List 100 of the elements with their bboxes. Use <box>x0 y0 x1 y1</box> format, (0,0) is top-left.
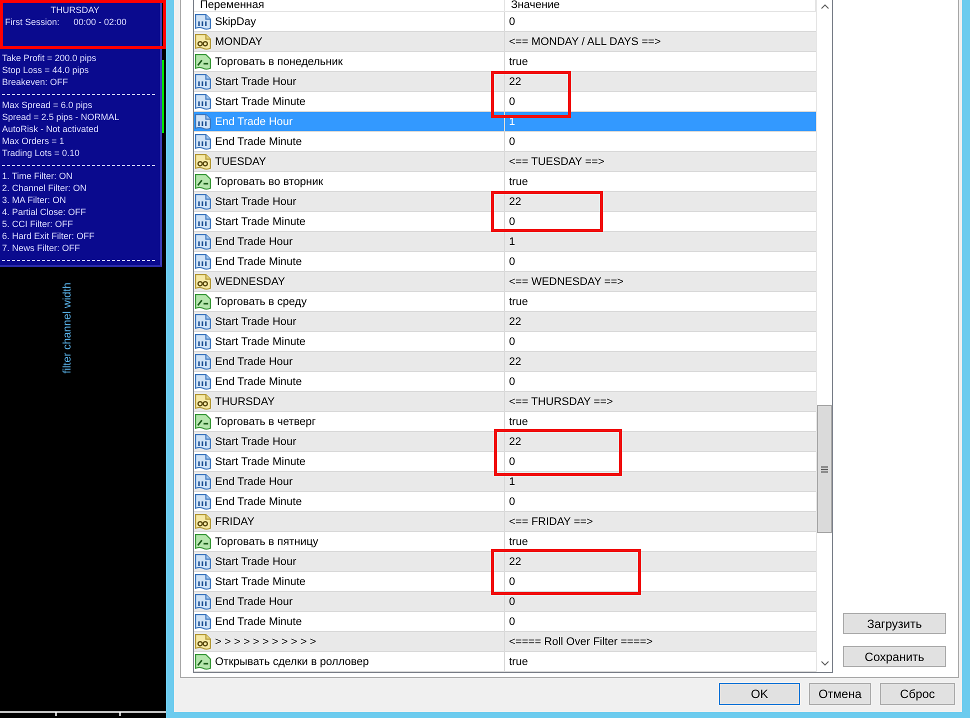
info-line: Spread = 2.5 pips - NORMAL <box>2 111 120 123</box>
parameter-row[interactable]: WEDNESDAY <== WEDNESDAY ==> <box>194 272 816 292</box>
parameter-value: 22 <box>509 316 522 328</box>
parameter-row[interactable]: End Trade Minute 0 <box>194 612 816 632</box>
parameter-value: 0 <box>509 96 516 108</box>
parameter-value: 22 <box>509 196 522 208</box>
parameter-row[interactable]: Торговать в среду true <box>194 292 816 312</box>
parameter-row[interactable]: Start Trade Minute 0 <box>194 452 816 472</box>
parameter-name: FRIDAY <box>215 516 255 528</box>
parameter-name: Торговать в пятницу <box>215 536 318 548</box>
parameter-row[interactable]: Торговать в пятницу true <box>194 532 816 552</box>
parameter-row[interactable]: Торговать во вторник true <box>194 172 816 192</box>
parameter-name: Start Trade Minute <box>215 336 306 348</box>
parameter-value: 0 <box>509 496 516 508</box>
parameter-row[interactable]: Start Trade Hour 22 <box>194 312 816 332</box>
parameter-name: Торговать во вторник <box>215 176 324 188</box>
number-icon <box>195 334 211 350</box>
parameter-name: TUESDAY <box>215 156 266 168</box>
parameter-row[interactable]: Торговать в понедельник true <box>194 52 816 72</box>
chevron-down-icon <box>820 661 828 666</box>
parameter-row[interactable]: Start Trade Minute 0 <box>194 572 816 592</box>
ok-button[interactable]: OK <box>719 683 800 705</box>
number-icon <box>195 474 211 490</box>
parameter-name: Start Trade Hour <box>215 196 296 208</box>
cancel-button[interactable]: Отмена <box>809 683 871 705</box>
parameter-value: 0 <box>509 376 516 388</box>
parameter-row[interactable]: Start Trade Minute 0 <box>194 332 816 352</box>
info-line: Take Profit = 200.0 pips <box>2 52 96 64</box>
switch-icon <box>195 654 211 670</box>
indicator-label: filter channel width <box>62 282 74 374</box>
info-line: AutoRisk - Not activated <box>2 123 99 135</box>
info-line: 2. Channel Filter: ON <box>2 182 87 194</box>
number-icon <box>195 454 211 470</box>
parameter-row[interactable]: Start Trade Minute 0 <box>194 212 816 232</box>
parameter-row[interactable]: End Trade Minute 0 <box>194 252 816 272</box>
parameter-value: 22 <box>509 76 522 88</box>
parameter-row[interactable]: SkipDay 0 <box>194 12 816 32</box>
text-icon <box>195 154 211 170</box>
parameter-value: 0 <box>509 456 516 468</box>
number-icon <box>195 614 211 630</box>
number-icon <box>195 354 211 370</box>
parameter-name: > > > > > > > > > > > <box>215 636 316 648</box>
switch-icon <box>195 534 211 550</box>
info-line: Trading Lots = 0.10 <box>2 147 80 159</box>
number-icon <box>195 194 211 210</box>
parameter-name: THURSDAY <box>215 396 275 408</box>
text-icon <box>195 634 211 650</box>
parameter-row[interactable]: Торговать в четверг true <box>194 412 816 432</box>
parameter-value: <== THURSDAY ==> <box>509 396 613 408</box>
parameter-row[interactable]: TUESDAY <== TUESDAY ==> <box>194 152 816 172</box>
parameter-row[interactable]: THURSDAY <== THURSDAY ==> <box>194 392 816 412</box>
parameter-row[interactable]: MONDAY <== MONDAY / ALL DAYS ==> <box>194 32 816 52</box>
parameter-row[interactable]: End Trade Minute 0 <box>194 492 816 512</box>
parameter-row[interactable]: Открывать сделки в ролловер true <box>194 652 816 672</box>
number-icon <box>195 254 211 270</box>
parameter-row[interactable]: End Trade Hour 1 <box>194 232 816 252</box>
parameter-name: Start Trade Hour <box>215 556 296 568</box>
reset-button[interactable]: Сброс <box>880 683 955 705</box>
parameter-row[interactable]: End Trade Hour 0 <box>194 592 816 612</box>
scrollbar-track[interactable] <box>816 0 832 672</box>
session-time: 00:00 - 02:00 <box>74 16 127 28</box>
parameter-value: 22 <box>509 556 522 568</box>
load-button[interactable]: Загрузить <box>843 613 946 634</box>
info-line: 1. Time Filter: ON <box>2 170 73 182</box>
parameter-name: MONDAY <box>215 36 262 48</box>
parameter-row[interactable]: End Trade Hour 1 <box>194 472 816 492</box>
parameter-row[interactable]: End Trade Minute 0 <box>194 132 816 152</box>
parameter-value: <== FRIDAY ==> <box>509 516 593 528</box>
parameter-value: 0 <box>509 216 516 228</box>
session-label: First Session: <box>5 16 60 28</box>
column-header[interactable]: Значение <box>505 0 816 12</box>
scrollbar-thumb[interactable] <box>817 405 832 533</box>
parameter-name: End Trade Hour <box>215 476 293 488</box>
save-button[interactable]: Сохранить <box>843 646 946 667</box>
parameter-name: Открывать сделки в ролловер <box>215 656 369 668</box>
parameter-row[interactable]: Start Trade Hour 22 <box>194 552 816 572</box>
parameter-name: End Trade Hour <box>215 356 293 368</box>
text-icon <box>195 274 211 290</box>
parameter-row[interactable]: Start Trade Minute 0 <box>194 92 816 112</box>
number-icon <box>195 574 211 590</box>
parameter-name: End Trade Hour <box>215 236 293 248</box>
parameter-name: End Trade Hour <box>215 116 293 128</box>
parameter-row[interactable]: Start Trade Hour 22 <box>194 192 816 212</box>
parameter-name: Торговать в четверг <box>215 416 316 428</box>
switch-icon <box>195 174 211 190</box>
parameter-value: 0 <box>509 596 516 608</box>
parameter-value: 1 <box>509 476 516 488</box>
parameter-name: End Trade Minute <box>215 136 302 148</box>
parameter-row[interactable]: End Trade Minute 0 <box>194 372 816 392</box>
parameter-row[interactable]: Start Trade Hour 22 <box>194 432 816 452</box>
parameter-row[interactable]: > > > > > > > > > > > <==== Roll Over Filter ====> <box>194 632 816 652</box>
parameter-value: <==== Roll Over Filter ====> <box>509 636 653 648</box>
switch-icon <box>195 414 211 430</box>
column-header[interactable]: Переменная <box>194 0 505 12</box>
parameter-row[interactable]: End Trade Hour 22 <box>194 352 816 372</box>
parameter-name: End Trade Minute <box>215 376 302 388</box>
parameter-row[interactable]: FRIDAY <== FRIDAY ==> <box>194 512 816 532</box>
parameter-row[interactable]: Start Trade Hour 22 <box>194 72 816 92</box>
parameter-value: 0 <box>509 256 516 268</box>
text-icon <box>195 514 211 530</box>
